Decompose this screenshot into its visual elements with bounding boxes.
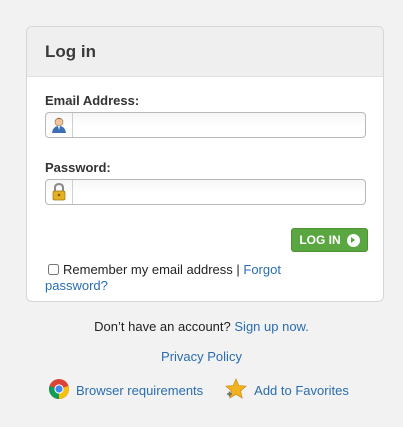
browser-requirements-link[interactable]: Browser requirements: [48, 378, 203, 403]
remember-label: Remember my email address |: [63, 262, 240, 277]
privacy-row: Privacy Policy: [0, 349, 403, 364]
login-button[interactable]: LOG IN: [291, 228, 368, 252]
email-field-wrapper[interactable]: [45, 112, 366, 138]
login-title: Log in: [45, 42, 96, 61]
login-card-header: Log in: [27, 27, 383, 77]
remember-checkbox[interactable]: [48, 264, 59, 275]
privacy-policy-link[interactable]: Privacy Policy: [161, 349, 242, 364]
password-input[interactable]: [73, 181, 365, 203]
chrome-icon: [48, 378, 70, 403]
email-label: Email Address:: [45, 93, 140, 108]
signup-link[interactable]: Sign up now.: [234, 319, 308, 334]
email-input[interactable]: [73, 114, 365, 136]
remember-row: Remember my email address | Forgot passw…: [45, 262, 345, 294]
login-button-label: LOG IN: [299, 233, 341, 247]
lock-icon: [46, 180, 73, 204]
signup-row: Don’t have an account? Sign up now.: [0, 319, 403, 334]
browser-requirements-label: Browser requirements: [76, 383, 204, 398]
password-label: Password:: [45, 160, 111, 175]
signup-prefix: Don’t have an account?: [94, 319, 231, 334]
password-field-wrapper[interactable]: [45, 179, 366, 205]
login-card: Log in Email Address: Password: LOG IN R…: [26, 26, 384, 302]
footer-links: Browser requirements Add to Favorites: [48, 377, 349, 404]
add-to-favorites-label: Add to Favorites: [254, 383, 349, 398]
user-icon: [46, 113, 73, 137]
star-icon: [224, 377, 248, 404]
arrow-right-circle-icon: [346, 233, 360, 247]
add-to-favorites-link[interactable]: Add to Favorites: [224, 377, 349, 404]
